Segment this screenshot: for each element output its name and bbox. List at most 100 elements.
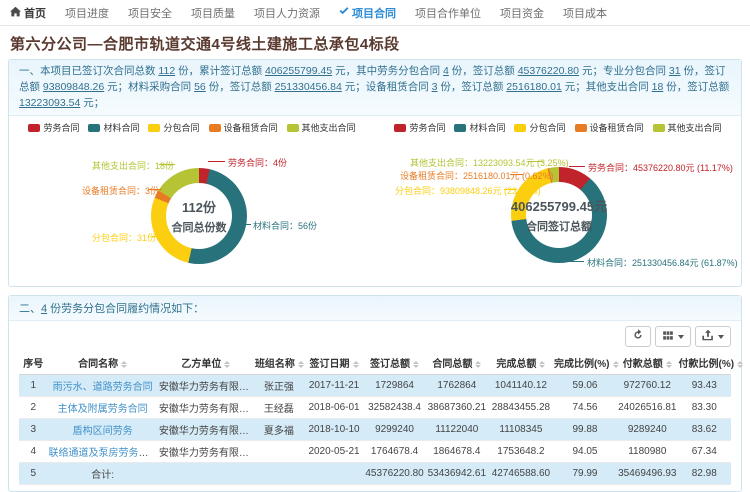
- table-row[interactable]: 5合计:45376220.8053436942.6142746588.6079.…: [19, 463, 731, 485]
- table-cell: [254, 441, 304, 463]
- table-cell: 74.56: [553, 397, 617, 419]
- table-cell: 1764678.4: [364, 441, 425, 463]
- column-header-label: 完成总额: [496, 359, 536, 370]
- summary-text-segment: 份，签订总额: [437, 81, 506, 93]
- table-cell: 11122040: [425, 419, 489, 441]
- slice-leader-line: [569, 166, 585, 167]
- column-header-label: 合同名称: [78, 359, 118, 370]
- slice-label-设备租赁合同: 设备租赁合同：3份: [82, 184, 159, 197]
- summary-number-link[interactable]: 56: [194, 81, 206, 93]
- summary-number-link[interactable]: 18: [652, 81, 664, 93]
- column-header-乙方单位[interactable]: 乙方单位: [158, 351, 254, 375]
- column-header-label: 签订总额: [370, 359, 410, 370]
- legend-label: 设备租赁合同: [224, 121, 278, 134]
- column-header-班组名称[interactable]: 班组名称: [254, 351, 304, 375]
- refresh-icon: [632, 329, 644, 344]
- column-header-完成总额[interactable]: 完成总额: [489, 351, 553, 375]
- table-row[interactable]: 4联络通道及泵房劳务合同安徽华力劳务有限公司2020-05-211764678.…: [19, 441, 731, 463]
- column-header-付款比例(%)[interactable]: 付款比例(%): [678, 351, 731, 375]
- export-button[interactable]: [695, 326, 731, 347]
- legend-item-分包合同[interactable]: 分包合同: [148, 121, 199, 134]
- refresh-button[interactable]: [625, 326, 651, 347]
- table-cell: 盾构区间劳务: [47, 419, 157, 441]
- table-cell: 1864678.4: [425, 441, 489, 463]
- nav-item-6[interactable]: 项目合同: [339, 5, 396, 21]
- donut-ring[interactable]: 112份合同总份数: [151, 168, 247, 264]
- legend-item-材料合同[interactable]: 材料合同: [88, 121, 139, 134]
- summary-text-segment: 份，签订总额: [206, 81, 275, 93]
- table-cell: 安徽华力劳务有限公司: [158, 441, 254, 463]
- table-cell: 1041140.12: [489, 375, 553, 397]
- nav-item-1[interactable]: 首页: [10, 5, 46, 21]
- table-cell: [304, 463, 365, 485]
- table-cell: 79.99: [553, 463, 617, 485]
- contract-name-link[interactable]: 联络通道及泵房劳务合同: [48, 448, 157, 459]
- table-body: 1雨污水、道路劳务合同安徽华力劳务有限公司张正强2017-11-21172986…: [19, 375, 731, 485]
- column-header-完成比例(%)[interactable]: 完成比例(%): [553, 351, 617, 375]
- contract-name-link[interactable]: 主体及附属劳务合同: [58, 404, 148, 415]
- summary-text-segment: 份，累计签订总额: [175, 65, 265, 77]
- contract-name-link[interactable]: 盾构区间劳务: [73, 426, 133, 437]
- legend-item-其他支出合同[interactable]: 其他支出合同: [653, 121, 722, 134]
- legend-label: 其他支出合同: [668, 121, 722, 134]
- legend-label: 分包合同: [529, 121, 565, 134]
- summary-text-segment: 份，签订总额: [663, 81, 729, 93]
- columns-icon: [662, 329, 674, 344]
- summary-number-link[interactable]: 2516180.01: [506, 81, 561, 93]
- columns-button[interactable]: [655, 326, 691, 347]
- table-cell: 主体及附属劳务合同: [47, 397, 157, 419]
- nav-item-8[interactable]: 项目资金: [500, 5, 544, 21]
- table-cell: 45376220.80: [364, 463, 425, 485]
- table-cell: 94.05: [553, 441, 617, 463]
- legend-item-其他支出合同[interactable]: 其他支出合同: [287, 121, 356, 134]
- nav-item-4[interactable]: 项目质量: [191, 5, 235, 21]
- summary-number-link[interactable]: 251330456.84: [275, 81, 342, 93]
- nav-item-7[interactable]: 项目合作单位: [415, 5, 481, 21]
- legend-label: 劳务合同: [409, 121, 445, 134]
- contract-name-link[interactable]: 雨污水、道路劳务合同: [53, 382, 153, 393]
- sort-icon: [298, 361, 304, 368]
- column-header-签订日期[interactable]: 签订日期: [304, 351, 365, 375]
- summary-text-segment: 元；设备租赁合同: [342, 81, 432, 93]
- table-cell: 1729864: [364, 375, 425, 397]
- table-cell: 9289240: [617, 419, 678, 441]
- summary-number-link[interactable]: 112: [158, 65, 175, 77]
- nav-item-2[interactable]: 项目进度: [65, 5, 109, 21]
- slice-leader-line: [148, 189, 162, 190]
- table-row[interactable]: 3盾构区间劳务安徽华力劳务有限公司夏多福2018-10-109299240111…: [19, 419, 731, 441]
- nav-item-5[interactable]: 项目人力资源: [254, 5, 320, 21]
- summary-number-link[interactable]: 31: [669, 65, 681, 77]
- slice-label-材料合同: 材料合同：56份: [253, 219, 317, 232]
- nav-item-9[interactable]: 项目成本: [563, 5, 607, 21]
- legend-item-分包合同[interactable]: 分包合同: [514, 121, 565, 134]
- table-cell: 59.06: [553, 375, 617, 397]
- column-header-合同名称[interactable]: 合同名称: [47, 351, 157, 375]
- sort-icon: [413, 361, 419, 368]
- caret-down-icon: [678, 335, 684, 339]
- legend-item-材料合同[interactable]: 材料合同: [454, 121, 505, 134]
- column-header-label: 付款比例(%): [679, 359, 735, 370]
- table-cell: 1: [19, 375, 47, 397]
- summary-number-link[interactable]: 93809848.26: [43, 81, 104, 93]
- table-cell: 53436942.61: [425, 463, 489, 485]
- summary-number-link[interactable]: 45376220.80: [518, 65, 579, 77]
- table-cell: 1762864: [425, 375, 489, 397]
- legend-item-劳务合同[interactable]: 劳务合同: [394, 121, 445, 134]
- column-header-签订总额[interactable]: 签订总额: [364, 351, 425, 375]
- column-header-付款总额[interactable]: 付款总额: [617, 351, 678, 375]
- legend-item-劳务合同[interactable]: 劳务合同: [28, 121, 79, 134]
- table-cell: 83.62: [678, 419, 731, 441]
- sort-icon: [539, 361, 545, 368]
- column-header-合同总额[interactable]: 合同总额: [425, 351, 489, 375]
- nav-item-label: 项目合同: [352, 5, 396, 21]
- contracts-overview-panel: 一、本项目已签订次合同总数 112 份，累计签订总额 406255799.45 …: [8, 59, 742, 287]
- nav-item-label: 项目成本: [563, 5, 607, 21]
- nav-item-3[interactable]: 项目安全: [128, 5, 172, 21]
- chart-legend: 劳务合同材料合同分包合同 设备租赁合同其他支出合同: [9, 121, 375, 134]
- legend-item-设备租赁合同[interactable]: 设备租赁合同: [209, 121, 278, 134]
- legend-item-设备租赁合同[interactable]: 设备租赁合同: [575, 121, 644, 134]
- table-row[interactable]: 1雨污水、道路劳务合同安徽华力劳务有限公司张正强2017-11-21172986…: [19, 375, 731, 397]
- summary-number-link[interactable]: 406255799.45: [265, 65, 332, 77]
- summary-number-link[interactable]: 13223093.54: [19, 97, 80, 109]
- table-row[interactable]: 2主体及附属劳务合同安徽华力劳务有限公司王经磊2018-06-013258243…: [19, 397, 731, 419]
